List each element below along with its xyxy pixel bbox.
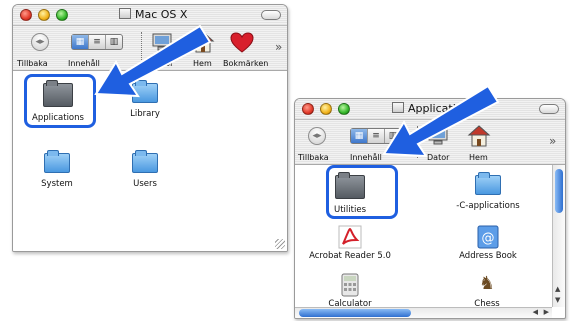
vertical-scrollbar[interactable]: ▲ ▼ xyxy=(552,165,565,307)
back-arrow-icon: ◂▸ xyxy=(312,131,322,141)
acrobat-reader-item[interactable]: Acrobat Reader 5.0 xyxy=(307,225,393,261)
scroll-up-arrow-icon[interactable]: ▲ xyxy=(555,285,560,293)
window-content: Applications Library System Users xyxy=(13,71,287,251)
view-label: Innehåll xyxy=(350,153,382,162)
icon-view-icon[interactable]: ▦ xyxy=(351,129,368,143)
zoom-button[interactable] xyxy=(56,9,68,21)
home-label: Hem xyxy=(193,59,212,68)
home-label: Hem xyxy=(469,153,488,162)
icon-view-icon[interactable]: ▦ xyxy=(72,35,89,49)
home-icon xyxy=(191,31,215,53)
toolbar-toggle-button[interactable] xyxy=(261,10,281,20)
column-view-icon[interactable]: ▥ xyxy=(106,35,122,49)
c-applications-label: -C-applications xyxy=(456,201,520,211)
back-label: Tillbaka xyxy=(298,153,329,162)
chess-item[interactable]: ♞ Chess xyxy=(457,273,517,309)
acrobat-reader-label: Acrobat Reader 5.0 xyxy=(309,251,391,261)
computer-button[interactable] xyxy=(151,32,173,52)
library-folder-icon xyxy=(132,80,158,103)
system-item[interactable]: System xyxy=(27,150,87,189)
bookmarks-button[interactable] xyxy=(230,32,254,54)
system-label: System xyxy=(41,179,73,189)
horizontal-scroll-thumb[interactable] xyxy=(299,309,411,317)
computer-icon xyxy=(152,33,172,51)
column-view-icon[interactable]: ▥ xyxy=(385,129,401,143)
library-label: Library xyxy=(130,109,160,119)
view-mode-selector[interactable]: ▦ ≡ ▥ xyxy=(350,128,402,144)
address-book-icon: @ xyxy=(475,225,501,249)
home-button[interactable] xyxy=(467,124,491,148)
utilities-highlight xyxy=(326,165,398,219)
heart-icon xyxy=(230,32,254,53)
users-label: Users xyxy=(133,179,157,189)
more-toolbar-items-icon[interactable]: » xyxy=(549,134,556,148)
finder-window-applications: Applications ◂▸ Tillbaka ▦ ≡ ▥ Innehåll … xyxy=(294,98,566,319)
toolbar-separator xyxy=(417,126,418,158)
back-button[interactable]: ◂▸ xyxy=(31,33,49,51)
address-book-label: Address Book xyxy=(459,251,517,261)
close-button[interactable] xyxy=(20,9,32,21)
home-icon xyxy=(467,125,491,147)
system-folder-icon xyxy=(44,150,70,173)
list-view-icon[interactable]: ≡ xyxy=(89,35,106,49)
close-button[interactable] xyxy=(302,103,314,115)
folder-icon xyxy=(475,172,501,195)
home-button[interactable] xyxy=(191,30,215,54)
applications-highlight xyxy=(24,74,96,128)
hard-disk-icon xyxy=(119,8,131,19)
window-toolbar: ◂▸ Tillbaka ▦ ≡ ▥ Innehåll Dator Hem xyxy=(295,120,565,165)
scroll-left-arrow-icon[interactable]: ◀ xyxy=(533,308,538,316)
toolbar-toggle-button[interactable] xyxy=(539,104,559,114)
library-item[interactable]: Library xyxy=(115,80,175,119)
applications-small-icon xyxy=(392,102,404,113)
more-toolbar-items-icon[interactable]: » xyxy=(275,40,282,54)
horizontal-scrollbar[interactable]: ◀ ▶ xyxy=(295,307,552,318)
computer-label: Dator xyxy=(151,59,174,68)
back-button[interactable]: ◂▸ xyxy=(308,127,326,145)
zoom-button[interactable] xyxy=(338,103,350,115)
window-toolbar: ◂▸ Tillbaka ▦ ≡ ▥ Innehåll Dator Hem xyxy=(13,26,287,71)
scroll-down-arrow-icon[interactable]: ▼ xyxy=(555,296,560,304)
c-applications-item[interactable]: -C-applications xyxy=(443,172,533,211)
svg-text:@: @ xyxy=(482,231,495,246)
users-folder-icon xyxy=(132,150,158,173)
computer-button[interactable] xyxy=(427,126,449,146)
minimize-button[interactable] xyxy=(320,103,332,115)
vertical-scroll-thumb[interactable] xyxy=(555,169,563,213)
list-view-icon[interactable]: ≡ xyxy=(368,129,385,143)
finder-window-mac-os-x: Mac OS X ◂▸ Tillbaka ▦ ≡ ▥ Innehåll Dato… xyxy=(12,4,288,252)
calculator-icon xyxy=(337,273,363,297)
users-item[interactable]: Users xyxy=(115,150,175,189)
chess-icon: ♞ xyxy=(478,273,496,294)
window-content: Utilities -C-applications Acrobat Reader… xyxy=(295,165,552,309)
window-title: Applications xyxy=(392,102,475,115)
toolbar-separator xyxy=(141,32,142,64)
back-label: Tillbaka xyxy=(17,59,48,68)
resize-grip-icon[interactable] xyxy=(275,239,285,249)
computer-icon xyxy=(428,127,448,145)
window-title: Mac OS X xyxy=(119,8,187,21)
acrobat-icon xyxy=(337,225,363,249)
window-titlebar[interactable]: Mac OS X xyxy=(13,5,287,26)
back-arrow-icon: ◂▸ xyxy=(35,37,45,47)
address-book-item[interactable]: @ Address Book xyxy=(445,225,531,261)
minimize-button[interactable] xyxy=(38,9,50,21)
window-titlebar[interactable]: Applications xyxy=(295,99,565,120)
scroll-right-arrow-icon[interactable]: ▶ xyxy=(544,308,549,316)
computer-label: Dator xyxy=(427,153,450,162)
view-mode-selector[interactable]: ▦ ≡ ▥ xyxy=(71,34,123,50)
bookmarks-label: Bokmärken xyxy=(223,59,269,68)
view-label: Innehåll xyxy=(68,59,100,68)
calculator-item[interactable]: Calculator xyxy=(309,273,391,309)
